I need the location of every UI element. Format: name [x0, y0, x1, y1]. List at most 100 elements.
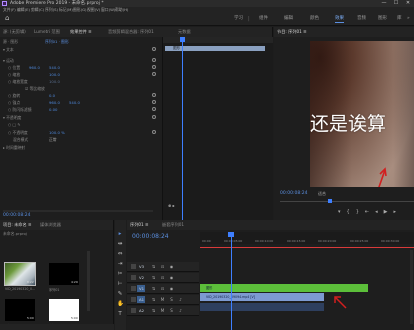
tab-audio-clip-mixer[interactable]: 音频剪辑混合器: 序列01: [108, 29, 154, 35]
ec-playhead[interactable]: [182, 37, 183, 220]
workspace-editing[interactable]: 编辑: [284, 15, 293, 22]
step-forward-icon[interactable]: ▸: [393, 209, 396, 215]
tab-sequence-01[interactable]: 序列01 ≡: [130, 222, 149, 228]
scale-width-value[interactable]: 100.0: [49, 79, 60, 84]
hand-tool-icon[interactable]: ✋: [117, 301, 124, 307]
reset-icon[interactable]: [152, 93, 156, 97]
mic-icon[interactable]: ♪: [178, 308, 183, 313]
mic-icon[interactable]: ♪: [178, 297, 183, 302]
blend-mode-select[interactable]: 正常: [49, 137, 57, 142]
go-to-in-icon[interactable]: ⇤: [365, 209, 369, 215]
project-scrollbar[interactable]: [87, 251, 90, 311]
track-lock-icon[interactable]: [131, 297, 136, 302]
reset-icon[interactable]: [152, 58, 156, 62]
reset-icon[interactable]: [152, 115, 156, 119]
video-clip[interactable]: VID_20190320_09094.mp4 [V]: [200, 293, 324, 301]
tab-project[interactable]: 项目: 未命名 ≡: [3, 222, 32, 228]
anchor-x-value[interactable]: 960.0: [49, 100, 60, 105]
track-lock-icon[interactable]: [131, 286, 136, 291]
sync-lock-icon[interactable]: ⇅: [151, 264, 156, 269]
ripple-edit-tool-icon[interactable]: ⇔: [117, 251, 123, 257]
program-mini-ruler[interactable]: [280, 198, 414, 202]
program-playhead[interactable]: [328, 199, 332, 203]
sync-lock-icon[interactable]: ⇅: [151, 308, 156, 313]
add-marker-icon[interactable]: ▾: [338, 209, 341, 215]
reset-icon[interactable]: [152, 47, 156, 51]
tab-effect-controls[interactable]: 效果控件 ≡: [70, 29, 92, 35]
fit-select[interactable]: 适合: [318, 191, 326, 197]
sync-lock-icon[interactable]: ⇅: [151, 297, 156, 302]
effect-row-time-remap[interactable]: ▸ 时间重映射: [3, 145, 25, 150]
home-icon[interactable]: ⌂: [5, 14, 13, 22]
target-icon[interactable]: ⊡: [160, 264, 165, 269]
mute-icon[interactable]: M: [160, 297, 165, 302]
program-timecode[interactable]: 00:00:08:24: [280, 191, 307, 196]
workspace-color[interactable]: 颜色: [310, 15, 319, 22]
mask-tools[interactable]: ○ □ ✎: [3, 122, 21, 127]
pen-tool-icon[interactable]: ✎: [117, 291, 123, 297]
sync-lock-icon[interactable]: ⇅: [151, 275, 156, 280]
effect-row-uniform-scale[interactable]: ☑ 等比缩放: [3, 86, 45, 91]
item-name[interactable]: VID_20190320_0...: [5, 287, 35, 291]
eye-icon[interactable]: ◉: [169, 264, 174, 269]
reset-icon[interactable]: [152, 100, 156, 104]
workspace-assembly[interactable]: 组件: [259, 15, 268, 22]
effect-row-text[interactable]: ▾ 文本: [3, 47, 14, 52]
mask-tool-icons[interactable]: ○ □ ✎: [8, 122, 21, 127]
antiflicker-value[interactable]: 0.00: [49, 107, 57, 112]
tab-media-browser[interactable]: 媒体浏览器: [40, 222, 61, 228]
solo-icon[interactable]: S: [169, 308, 174, 313]
ec-scrollbar[interactable]: [3, 210, 153, 212]
audio-clip[interactable]: [200, 303, 324, 311]
workspace-learn[interactable]: 学习: [234, 15, 243, 22]
step-back-icon[interactable]: ◂: [375, 209, 378, 215]
timeline-playhead-handle[interactable]: [228, 232, 234, 237]
reset-icon[interactable]: [152, 65, 156, 69]
mute-icon[interactable]: M: [160, 308, 165, 313]
timeline-timecode[interactable]: 00:00:08:24: [132, 233, 169, 240]
effect-row-opacity[interactable]: ▾ 不透明度: [3, 115, 21, 120]
timeline-playhead[interactable]: [231, 232, 232, 330]
ec-playhead-handle[interactable]: [180, 37, 185, 42]
scale-value[interactable]: 100.0: [49, 72, 60, 77]
sync-lock-icon[interactable]: ⇅: [151, 286, 156, 291]
close-button[interactable]: ✕: [402, 0, 414, 7]
minimize-button[interactable]: —: [378, 0, 390, 7]
rolling-edit-tool-icon[interactable]: ⇥: [117, 261, 123, 267]
type-tool-icon[interactable]: T: [117, 311, 123, 317]
reset-icon[interactable]: [152, 107, 156, 111]
play-icon[interactable]: ▶: [384, 209, 388, 215]
sequence-clip-label[interactable]: 序列01 · 图形: [45, 39, 69, 44]
opacity-value[interactable]: 100.0 %: [49, 130, 65, 135]
eye-icon[interactable]: ◉: [169, 275, 174, 280]
rotation-value[interactable]: 0.0: [49, 93, 55, 98]
reset-icon[interactable]: [152, 130, 156, 134]
workspace-effects[interactable]: 效果: [335, 15, 344, 23]
target-icon[interactable]: ⊡: [160, 286, 165, 291]
tab-source[interactable]: 源: (无剪辑): [3, 29, 26, 35]
track-select-tool-icon[interactable]: ⇹: [117, 241, 123, 247]
timeline-scrollbar[interactable]: [410, 250, 413, 324]
reset-icon[interactable]: [152, 72, 156, 76]
effect-row-motion[interactable]: ▾ 运动: [3, 58, 14, 63]
selection-tool-icon[interactable]: ▸: [117, 231, 123, 237]
anchor-y-value[interactable]: 540.0: [69, 100, 80, 105]
workspace-libraries[interactable]: 库: [397, 15, 402, 22]
maximize-button[interactable]: ☐: [390, 0, 402, 7]
solo-icon[interactable]: S: [169, 297, 174, 302]
item-name[interactable]: 序列01: [49, 287, 59, 292]
slip-tool-icon[interactable]: ⊢: [117, 281, 123, 287]
razor-tool-icon[interactable]: ✂: [117, 271, 123, 277]
target-icon[interactable]: ⊡: [160, 275, 165, 280]
track-lock-icon[interactable]: [131, 264, 136, 269]
position-x-value[interactable]: 960.0: [29, 65, 40, 70]
tab-program-monitor[interactable]: 节目: 序列01 ≡: [277, 29, 307, 35]
workspace-audio[interactable]: 音频: [357, 15, 366, 22]
ec-timecode[interactable]: 00:00:08:24: [3, 213, 30, 218]
workspace-more[interactable]: »: [407, 15, 410, 22]
workspace-graphics[interactable]: 图形: [378, 15, 387, 22]
graphic-clip[interactable]: 图形: [200, 284, 368, 292]
mark-in-icon[interactable]: {: [347, 209, 350, 215]
track-lock-icon[interactable]: [131, 308, 136, 313]
tab-lumetri-scopes[interactable]: Lumetri 范围: [34, 29, 60, 35]
